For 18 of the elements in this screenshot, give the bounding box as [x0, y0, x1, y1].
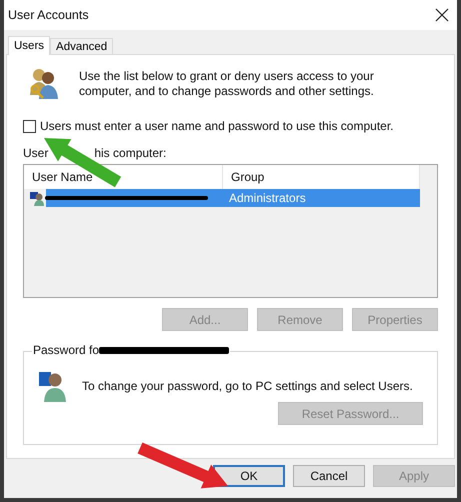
- window-title: User Accounts: [8, 8, 89, 22]
- checkbox[interactable]: [23, 120, 36, 132]
- user-icon: [38, 370, 68, 402]
- password-message: To change your password, go to PC settings and select Users.: [82, 379, 413, 393]
- user-icon: [30, 190, 45, 206]
- dialog-button[interactable]: OK: [213, 465, 285, 487]
- tab[interactable]: Users: [8, 36, 50, 55]
- group-title: Password fo: [33, 343, 100, 357]
- users-icon: [29, 67, 59, 101]
- dialog-button[interactable]: Cancel: [293, 465, 365, 487]
- list-label: his computer:: [94, 146, 166, 160]
- checkbox-label: Users must enter a user name and password to use this computer.: [40, 119, 394, 133]
- column-header[interactable]: Group: [223, 165, 420, 189]
- close-icon[interactable]: [435, 8, 449, 22]
- description-text: Use the list below to grant or deny users access to your computer, and to change passwords and other settings.: [79, 69, 375, 99]
- tab[interactable]: Advanced: [50, 38, 114, 54]
- table-cell-text: Administrators: [228, 191, 306, 205]
- list-label: User: [23, 146, 48, 160]
